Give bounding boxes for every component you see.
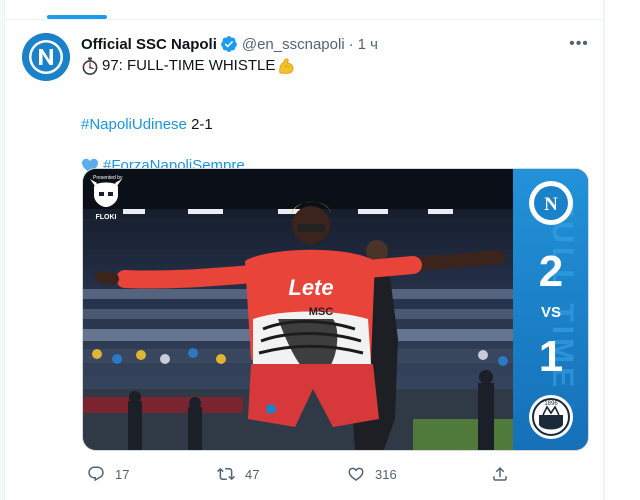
away-score: 1 [539,332,563,381]
napoli-crest: N [529,181,573,225]
stopwatch-emoji-icon [81,57,99,75]
match-graphic: Lete MSC Presented by FLOKI FULL TIME N … [83,169,588,450]
full-time-text: 97: FULL-TIME WHISTLE [102,57,276,74]
flexed-biceps-emoji-icon [277,57,295,75]
retweet-button[interactable]: 47 [217,462,259,486]
timeline-tab-strip [5,0,605,20]
share-button[interactable] [491,462,519,486]
jersey-msc-text: MSC [309,306,334,318]
home-score: 2 [539,247,563,296]
tweet[interactable]: Official SSC Napoli @en_sscnapoli · 1 ч … [5,21,605,500]
ad-board [83,397,243,413]
udinese-crest-year: 1896 [544,401,558,407]
score-text: 2-1 [186,116,213,133]
user-handle[interactable]: @en_sscnapoli [242,36,345,53]
heart-icon [348,467,364,481]
retweet-count: 47 [245,466,260,482]
floki-text: FLOKI [96,214,117,221]
floodlight-4 [358,209,388,214]
share-icon [493,466,507,481]
vs-label: VS [541,304,561,321]
active-tab-indicator [47,15,107,19]
retweet-icon [217,467,235,481]
avatar[interactable] [22,33,70,81]
more-dots-icon: ••• [569,35,589,52]
like-button[interactable]: 316 [347,462,397,486]
verified-badge-icon [220,35,238,53]
hashtag-napoli-udinese[interactable]: #NapoliUdinese [81,115,187,135]
tweet-media-image[interactable]: Lete MSC Presented by FLOKI FULL TIME N … [82,168,589,451]
floodlight-1 [123,209,145,214]
jersey-sponsor-text: Lete [288,275,333,300]
tweet-text-line-1: 97: FULL-TIME WHISTLE [81,56,298,76]
right-sidebar-edge [604,0,640,500]
separator-dot: · [348,35,354,53]
display-name[interactable]: Official SSC Napoli [81,36,217,53]
score-panel: FULL TIME N 2 VS 1 1896 [513,169,588,450]
floodlight-2 [188,209,223,214]
reply-icon [88,466,104,482]
ssc-napoli-logo-icon [22,33,70,81]
tweet-header: Official SSC Napoli @en_sscnapoli · 1 ч [81,34,378,54]
floodlight-5 [428,209,453,214]
timeline-feed: Official SSC Napoli @en_sscnapoli · 1 ч … [4,0,605,500]
pitch [413,419,513,450]
reply-count: 17 [115,466,130,482]
udinese-crest: 1896 [529,395,573,439]
tweet-actions: 17 47 316 [81,462,591,486]
napoli-crest-letter: N [544,194,558,215]
like-count: 316 [375,466,397,482]
presented-by-text: Presented by [93,175,123,181]
more-options-button[interactable]: ••• [567,32,591,56]
tweet-timestamp[interactable]: 1 ч [358,36,378,53]
reply-button[interactable]: 17 [87,462,129,486]
tweet-text-line-2: #NapoliUdinese 2-1 [81,115,213,135]
